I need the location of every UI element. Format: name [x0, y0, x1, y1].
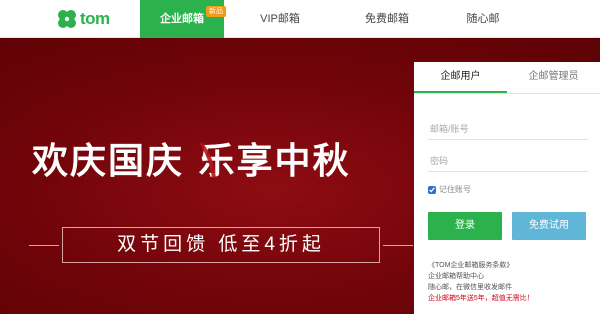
- banner-headline: 欢庆国庆 乐享中秋: [32, 140, 351, 182]
- new-badge: 新品: [206, 6, 226, 17]
- clover-icon: [58, 10, 76, 28]
- nav-label: 企业邮箱: [160, 13, 204, 25]
- password-input[interactable]: [428, 150, 588, 172]
- login-panel: 企邮用户 企邮管理员 记住账号 登录 免费试用 《TOM企业邮箱服务条款》 企业…: [414, 62, 600, 314]
- terms-link[interactable]: 《TOM企业邮箱服务条款》: [428, 260, 534, 271]
- remember-checkbox[interactable]: [428, 185, 436, 194]
- nav-label: VIP邮箱: [260, 13, 300, 25]
- nav-vip-mail[interactable]: VIP邮箱: [224, 0, 336, 38]
- nav-label: 随心邮: [466, 13, 500, 25]
- nav-label: 免费邮箱: [365, 13, 409, 25]
- wechat-mail-link[interactable]: 随心邮，在微信里收发邮件: [428, 282, 534, 293]
- nav-free-mail[interactable]: 免费邮箱: [336, 0, 438, 38]
- logo-text: tom: [80, 9, 110, 28]
- tab-enterprise-admin[interactable]: 企邮管理员: [507, 62, 600, 93]
- help-center-link[interactable]: 企业邮箱帮助中心: [428, 271, 534, 282]
- login-tabs: 企邮用户 企邮管理员: [414, 62, 600, 94]
- top-nav-bar: tom 企业邮箱 新品 VIP邮箱 免费邮箱 随心邮: [0, 0, 600, 38]
- login-button[interactable]: 登录: [428, 212, 502, 240]
- username-input[interactable]: [428, 118, 588, 140]
- tom-logo[interactable]: tom: [56, 8, 110, 30]
- product-nav: 企业邮箱 新品 VIP邮箱 免费邮箱 随心邮: [140, 0, 528, 38]
- brush-stroke-decoration: [200, 142, 216, 178]
- promo-link[interactable]: 企业邮箱5年送5年，超值无需比！: [428, 293, 534, 304]
- tab-enterprise-user[interactable]: 企邮用户: [414, 62, 507, 93]
- help-links: 《TOM企业邮箱服务条款》 企业邮箱帮助中心 随心邮，在微信里收发邮件 企业邮箱…: [428, 260, 534, 304]
- banner-subtitle: 双节回馈 低至4折起: [117, 234, 325, 255]
- nav-suixin-mail[interactable]: 随心邮: [438, 0, 528, 38]
- remember-label: 记住账号: [439, 185, 471, 194]
- free-trial-button[interactable]: 免费试用: [512, 212, 586, 240]
- nav-enterprise-mail[interactable]: 企业邮箱 新品: [140, 0, 226, 38]
- remember-account[interactable]: 记住账号: [428, 184, 471, 195]
